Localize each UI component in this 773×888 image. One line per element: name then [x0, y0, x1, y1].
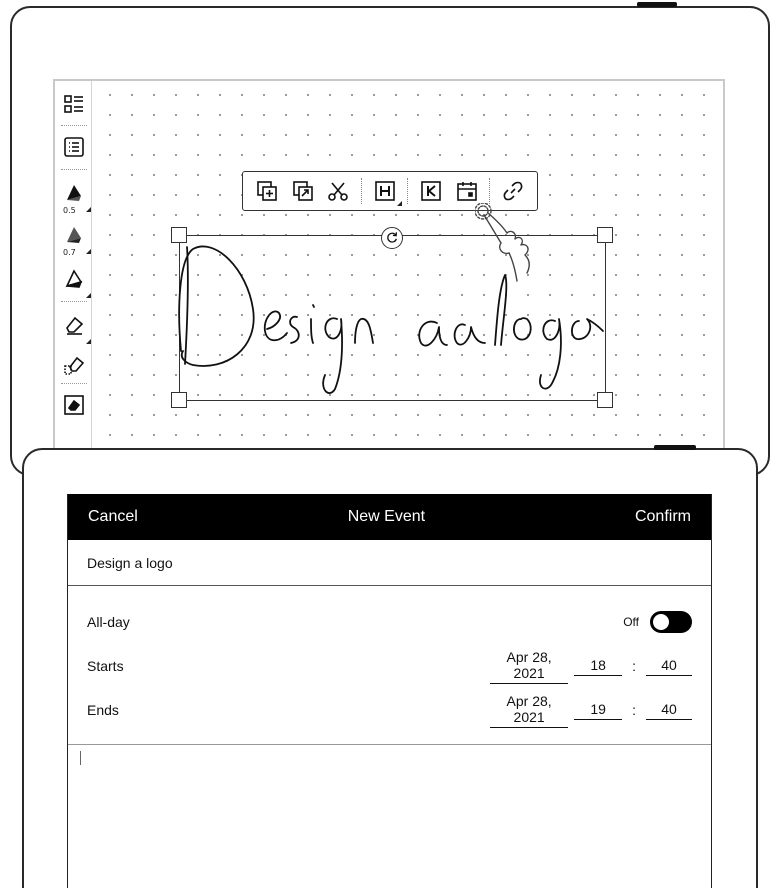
starts-row: Starts Apr 28, 2021 18 : 40 [68, 644, 711, 688]
marker-icon [67, 227, 81, 243]
dialog-header: Cancel New Event Confirm [68, 494, 711, 540]
starts-hour-field[interactable]: 18 [574, 657, 623, 676]
scissors-icon [328, 182, 349, 201]
page-list-icon[interactable] [62, 135, 86, 159]
submenu-indicator [86, 207, 91, 212]
ends-label: Ends [87, 702, 119, 718]
eraser-icon [66, 316, 84, 335]
tap-gesture-icon [475, 203, 530, 282]
pen-tool-medium[interactable]: 0.7 [62, 223, 91, 257]
text-cursor [80, 751, 81, 765]
toolbar-divider [61, 301, 87, 302]
allday-row: All-day Off [68, 600, 711, 644]
left-toolbar: 0.5 0.7 [55, 81, 92, 479]
starts-minute-field[interactable]: 40 [646, 657, 692, 676]
calendar-button[interactable] [454, 178, 480, 204]
pen-size-label: 0.5 [63, 206, 76, 215]
starts-label: Starts [87, 658, 124, 674]
heading-icon [374, 181, 395, 201]
link-icon [503, 181, 523, 201]
note-screen: 0.5 0.7 [53, 79, 725, 479]
toolbar-divider [61, 383, 87, 384]
allday-toggle[interactable] [650, 611, 692, 633]
calendar-icon [456, 182, 477, 201]
toolbar-divider [407, 178, 409, 204]
highlighter-tool[interactable] [62, 267, 91, 298]
lasso-select-icon [64, 395, 84, 415]
cut-button[interactable] [325, 178, 351, 204]
eraser-tool[interactable] [62, 313, 91, 344]
ends-minute-field[interactable]: 40 [646, 701, 692, 720]
toc-icon[interactable] [62, 93, 86, 117]
submenu-indicator [86, 249, 91, 254]
pen-icon [67, 185, 81, 201]
starts-date-field[interactable]: Apr 28, 2021 [490, 649, 569, 684]
cancel-button[interactable]: Cancel [88, 508, 138, 526]
event-title-text: Design a logo [87, 554, 173, 571]
toolbar-divider [360, 178, 362, 204]
move-to-page-icon [292, 181, 313, 201]
lasso-select-tool[interactable] [62, 393, 86, 417]
allday-label: All-day [87, 614, 130, 630]
toolbar-divider [61, 125, 87, 126]
highlighter-icon [65, 269, 83, 288]
lasso-eraser-icon [64, 356, 85, 375]
event-title-field[interactable]: Design a logo [68, 540, 711, 586]
ends-row: Ends Apr 28, 2021 19 : 40 [68, 688, 711, 732]
move-button[interactable] [290, 178, 316, 204]
submenu-indicator [396, 201, 402, 206]
lasso-eraser-tool[interactable] [62, 353, 86, 377]
toolbar-divider [61, 169, 87, 170]
ends-date-field[interactable]: Apr 28, 2021 [490, 693, 569, 728]
pen-tool-fine[interactable]: 0.5 [62, 181, 91, 215]
keyword-icon [421, 181, 441, 201]
link-button[interactable] [500, 178, 526, 204]
copy-icon [257, 181, 277, 201]
ends-hour-field[interactable]: 19 [574, 701, 623, 720]
toolbar-divider [489, 178, 491, 204]
notes-textarea[interactable] [68, 744, 711, 888]
dialog-title: New Event [347, 508, 426, 525]
time-colon: : [632, 658, 636, 674]
confirm-button[interactable]: Confirm [635, 508, 691, 526]
new-event-dialog: Cancel New Event Confirm Design a logo A… [67, 494, 712, 888]
copy-button[interactable] [254, 178, 280, 204]
power-button-bottom [654, 445, 696, 450]
keyword-button[interactable] [418, 178, 444, 204]
heading-button[interactable] [372, 178, 402, 206]
pen-size-label: 0.7 [63, 248, 76, 257]
power-button-top [637, 2, 677, 7]
time-colon: : [632, 702, 636, 718]
allday-state-label: Off [623, 615, 639, 629]
submenu-indicator [86, 293, 91, 298]
submenu-indicator [86, 339, 91, 344]
